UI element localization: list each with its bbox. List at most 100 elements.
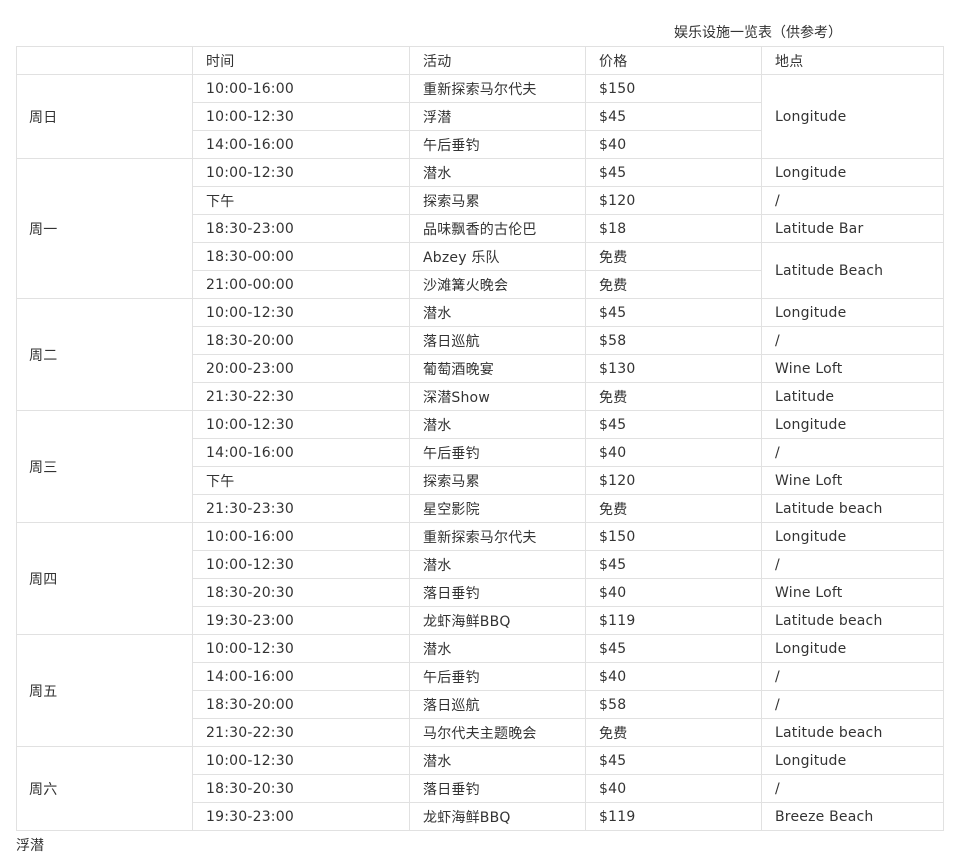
- activity-cell: 午后垂钓: [409, 130, 586, 159]
- price-cell: $40: [585, 438, 762, 467]
- activity-cell: 品味飘香的古伦巴: [409, 214, 586, 243]
- location-cell: Latitude beach: [761, 606, 944, 635]
- activity-cell: 探索马累: [409, 466, 586, 495]
- price-cell: $45: [585, 746, 762, 775]
- time-cell: 下午: [192, 186, 410, 215]
- activity-cell: 落日垂钓: [409, 578, 586, 607]
- time-cell: 10:00-12:30: [192, 746, 410, 775]
- day-cell: 周三: [16, 410, 193, 523]
- activity-cell: 重新探索马尔代夫: [409, 522, 586, 551]
- location-cell: /: [761, 186, 944, 215]
- time-cell: 21:30-22:30: [192, 382, 410, 411]
- activity-cell: 沙滩篝火晚会: [409, 270, 586, 299]
- time-cell: 18:30-00:00: [192, 242, 410, 271]
- activity-cell: 潜水: [409, 410, 586, 439]
- price-cell: 免费: [585, 494, 762, 523]
- activity-cell: 潜水: [409, 298, 586, 327]
- time-cell: 18:30-20:00: [192, 326, 410, 355]
- price-cell: $40: [585, 662, 762, 691]
- time-cell: 14:00-16:00: [192, 130, 410, 159]
- price-cell: 免费: [585, 270, 762, 299]
- time-cell: 10:00-16:00: [192, 522, 410, 551]
- time-cell: 10:00-16:00: [192, 74, 410, 103]
- price-cell: $40: [585, 130, 762, 159]
- table-row: 周一 10:00-12:30 潜水 $45 Longitude: [16, 158, 944, 299]
- price-cell: $45: [585, 298, 762, 327]
- location-cell: Latitude beach: [761, 494, 944, 523]
- activity-cell: 葡萄酒晚宴: [409, 354, 586, 383]
- activity-cell: 潜水: [409, 550, 586, 579]
- location-cell: /: [761, 326, 944, 355]
- price-cell: $45: [585, 550, 762, 579]
- location-cell: /: [761, 774, 944, 803]
- activity-cell: 潜水: [409, 634, 586, 663]
- price-cell: $130: [585, 354, 762, 383]
- activity-cell: 浮潜: [409, 102, 586, 131]
- table-row: 周日 10:00-16:00 重新探索马尔代夫 $150 Longitude: [16, 74, 944, 159]
- day-cell: 周日: [16, 74, 193, 159]
- location-cell: Latitude Beach: [761, 242, 944, 299]
- price-cell: 免费: [585, 382, 762, 411]
- price-cell: $120: [585, 186, 762, 215]
- activity-cell: 龙虾海鲜BBQ: [409, 606, 586, 635]
- time-cell: 18:30-20:00: [192, 690, 410, 719]
- price-cell: $45: [585, 158, 762, 187]
- time-cell: 14:00-16:00: [192, 662, 410, 691]
- price-cell: $45: [585, 410, 762, 439]
- table-caption: 娱乐设施一览表（供参考）: [674, 25, 842, 41]
- time-cell: 下午: [192, 466, 410, 495]
- location-cell: Longitude: [761, 410, 944, 439]
- location-cell: /: [761, 690, 944, 719]
- location-cell: Longitude: [761, 522, 944, 551]
- price-cell: 免费: [585, 718, 762, 747]
- activity-cell: 深潜Show: [409, 382, 586, 411]
- footer-text: 浮潜: [16, 838, 44, 854]
- activity-cell: Abzey 乐队: [409, 242, 586, 271]
- activity-cell: 落日垂钓: [409, 774, 586, 803]
- time-cell: 18:30-20:30: [192, 774, 410, 803]
- location-cell: Longitude: [761, 74, 944, 159]
- price-cell: $45: [585, 634, 762, 663]
- location-cell: /: [761, 662, 944, 691]
- header-location: 地点: [761, 46, 944, 75]
- location-cell: Longitude: [761, 634, 944, 663]
- time-cell: 21:00-00:00: [192, 270, 410, 299]
- price-cell: $119: [585, 606, 762, 635]
- time-cell: 18:30-20:30: [192, 578, 410, 607]
- day-cell: 周四: [16, 522, 193, 635]
- time-cell: 19:30-23:00: [192, 606, 410, 635]
- price-cell: $40: [585, 774, 762, 803]
- header-row: 时间 活动 价格 地点: [16, 46, 944, 75]
- location-cell: Wine Loft: [761, 354, 944, 383]
- day-cell: 周一: [16, 158, 193, 299]
- price-cell: $120: [585, 466, 762, 495]
- activity-cell: 探索马累: [409, 186, 586, 215]
- table-row: 周五 10:00-12:30 潜水 $45 Longitude: [16, 634, 944, 747]
- activity-cell: 潜水: [409, 158, 586, 187]
- price-cell: $58: [585, 690, 762, 719]
- location-cell: Latitude beach: [761, 718, 944, 747]
- activity-cell: 午后垂钓: [409, 438, 586, 467]
- schedule-body: 周日 10:00-16:00 重新探索马尔代夫 $150 Longitude 10:00-…: [16, 74, 944, 831]
- location-cell: Wine Loft: [761, 466, 944, 495]
- time-cell: 21:30-23:30: [192, 494, 410, 523]
- activity-cell: 龙虾海鲜BBQ: [409, 802, 586, 831]
- time-cell: 18:30-23:00: [192, 214, 410, 243]
- entertainment-schedule-table: 时间 活动 价格 地点 周日 10:00-16:00 重新探索马尔代夫 $150 Lon…: [16, 46, 944, 831]
- price-cell: $119: [585, 802, 762, 831]
- location-cell: Wine Loft: [761, 578, 944, 607]
- header-day: [16, 46, 193, 75]
- price-cell: $150: [585, 522, 762, 551]
- time-cell: 21:30-22:30: [192, 718, 410, 747]
- header-price: 价格: [585, 46, 762, 75]
- day-cell: 周六: [16, 746, 193, 831]
- time-cell: 20:00-23:00: [192, 354, 410, 383]
- price-cell: $58: [585, 326, 762, 355]
- price-cell: 免费: [585, 242, 762, 271]
- price-cell: $18: [585, 214, 762, 243]
- price-cell: $45: [585, 102, 762, 131]
- activity-cell: 重新探索马尔代夫: [409, 74, 586, 103]
- location-cell: Longitude: [761, 158, 944, 187]
- time-cell: 10:00-12:30: [192, 298, 410, 327]
- activity-cell: 午后垂钓: [409, 662, 586, 691]
